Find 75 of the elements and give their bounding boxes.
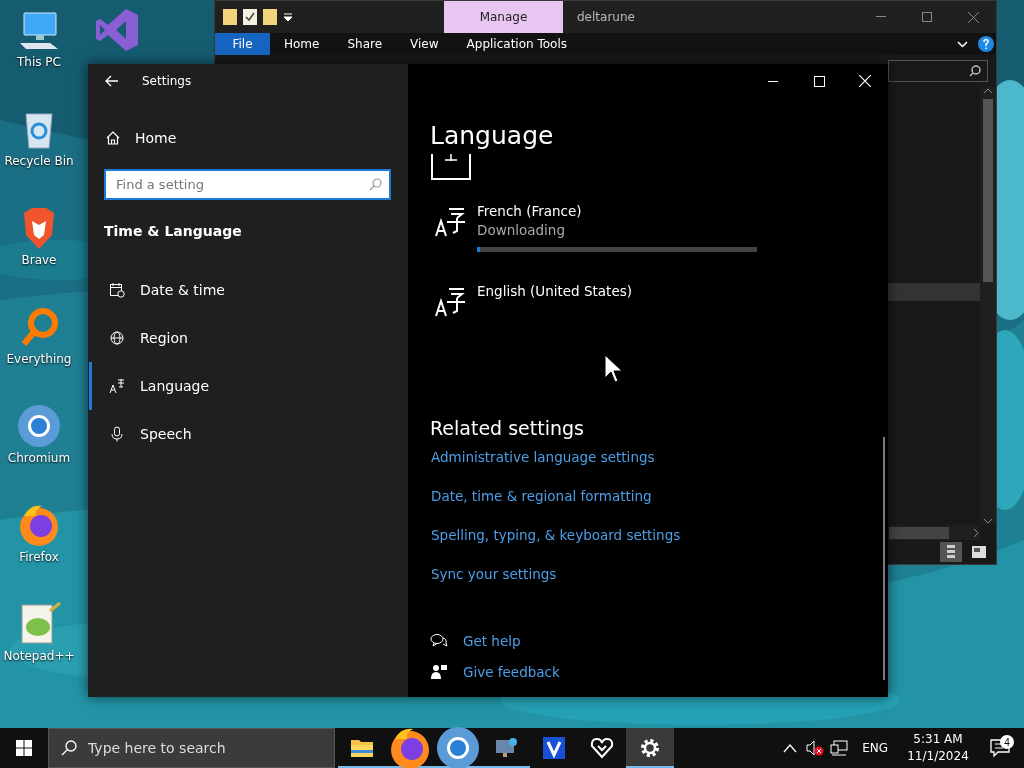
horizontal-scrollbar[interactable] [889, 525, 980, 540]
file-menu[interactable]: File [215, 33, 270, 55]
details-view-button[interactable] [940, 542, 962, 562]
home-icon [105, 130, 121, 146]
calendar-icon [109, 282, 125, 298]
ribbon-tab[interactable]: View [396, 37, 453, 51]
settings-link[interactable]: Spelling, typing, & keyboard settings [431, 525, 681, 545]
properties-icon[interactable] [243, 9, 257, 25]
language-icon [435, 205, 465, 237]
desktop-icon-label[interactable]: Recycle Bin [4, 154, 74, 168]
home-item[interactable]: Home [88, 116, 408, 160]
language-name: English (United States) [477, 282, 632, 300]
desktop-icon-label[interactable]: Firefox [19, 550, 59, 564]
person-icon [430, 664, 448, 680]
chevron-icon[interactable] [957, 40, 968, 48]
minimize-icon[interactable] [768, 80, 778, 82]
monitor-icon [494, 737, 518, 759]
search-icon [969, 65, 981, 77]
microphone-icon [109, 426, 125, 442]
desktop-icon-label[interactable]: Everything [6, 352, 72, 366]
add-button[interactable] [431, 154, 471, 180]
scrollbar[interactable] [883, 437, 885, 680]
page-heading: Language [430, 120, 554, 152]
message-icon [990, 739, 1010, 757]
scrollbar[interactable] [980, 87, 996, 525]
ribbon-tab[interactable]: Home [270, 37, 334, 51]
gear-icon [639, 737, 661, 759]
clock[interactable]: 5:31 AM 11/1/2024 [902, 731, 974, 765]
back-arrow-icon[interactable] [105, 75, 119, 87]
help-link[interactable]: Give feedback [463, 662, 560, 682]
search-field[interactable]: Type here to search [48, 728, 335, 768]
window-title: deltarune [577, 10, 636, 24]
nav-item[interactable]: Region [89, 314, 408, 362]
taskbar-app[interactable] [626, 728, 674, 768]
status-text: Downloading [477, 221, 566, 240]
dropdown-icon[interactable] [283, 12, 293, 22]
search-field[interactable] [888, 60, 988, 82]
windows-logo-icon [16, 740, 32, 756]
desktop-icon-label[interactable]: Chromium [7, 451, 71, 465]
list-icon [947, 545, 955, 559]
notification-count: 4 [1000, 735, 1014, 749]
globe-icon [109, 330, 125, 346]
taskbar-app[interactable] [386, 728, 434, 768]
nav-item[interactable]: Date & time [89, 266, 408, 314]
language-name: French (France) [477, 202, 583, 220]
settings-link[interactable]: Administrative language settings [431, 447, 681, 467]
ribbon-tab[interactable]: Application Tools [452, 37, 581, 51]
network-icon[interactable] [830, 740, 849, 756]
search-field[interactable]: Find a setting [104, 169, 391, 200]
folder-icon [350, 738, 374, 758]
heart-icon [590, 737, 614, 759]
v-logo-icon [543, 737, 565, 759]
help-icon[interactable] [978, 36, 994, 52]
language-icon [109, 378, 125, 394]
desktop-icon-label[interactable]: This PC [17, 55, 61, 69]
ribbon-tab[interactable]: Share [333, 37, 397, 51]
chat-bubbles-icon [430, 633, 448, 649]
speaker-icon[interactable] [806, 740, 825, 756]
nav-item[interactable]: Speech [89, 410, 408, 458]
search-icon [369, 178, 382, 191]
ring-icon[interactable] [16, 403, 62, 449]
input-language[interactable]: ENG [854, 741, 896, 755]
language-icon [435, 285, 465, 317]
help-link[interactable]: Get help [463, 631, 521, 651]
window-title: Settings [142, 74, 192, 88]
image-icon [972, 546, 986, 558]
context-tab[interactable]: Manage [444, 1, 563, 33]
section-heading: Related settings [430, 416, 584, 441]
desktop-icon-label[interactable]: Brave [21, 253, 57, 267]
settings-link[interactable]: Date, time & regional formatting [431, 486, 681, 506]
taskbar-app[interactable] [434, 728, 482, 768]
category-heading: Time & Language [103, 222, 243, 241]
cursor-icon [604, 354, 624, 384]
ring-icon [435, 725, 481, 768]
settings-link[interactable]: Sync your settings [431, 564, 681, 584]
